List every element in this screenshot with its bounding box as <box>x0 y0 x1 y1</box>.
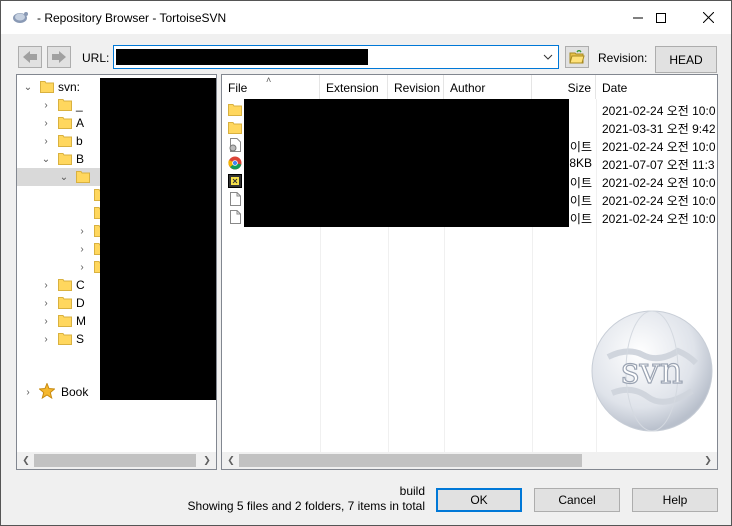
tree-item-label: M <box>76 314 86 328</box>
url-value-redacted <box>116 49 368 65</box>
folder-icon <box>58 153 72 165</box>
url-dropdown-button[interactable] <box>539 47 557 67</box>
tree-item-label: svn: <box>58 80 81 94</box>
redacted-region <box>244 99 569 227</box>
scroll-left-icon[interactable]: ❮ <box>20 455 32 466</box>
status-line-2: Showing 5 files and 2 folders, 7 items i… <box>187 499 425 513</box>
chevron-right-icon[interactable]: › <box>76 225 88 237</box>
folder-icon <box>228 104 242 116</box>
tree-item-label: Book <box>61 385 89 399</box>
tree-item-label: C <box>76 278 85 292</box>
svn-globe-watermark: svn <box>591 310 713 432</box>
watermark-text: svn <box>621 351 683 392</box>
file-icon <box>230 192 241 206</box>
column-header-file[interactable]: File <box>222 75 320 99</box>
forward-arrow-icon <box>52 51 66 63</box>
chevron-right-icon[interactable]: › <box>40 315 52 327</box>
tree-item-label: A <box>76 116 85 130</box>
chevron-down-icon[interactable]: ⌄ <box>22 81 34 93</box>
chevron-right-icon[interactable]: › <box>22 386 34 398</box>
column-header-extension[interactable]: Extension <box>320 75 388 99</box>
folder-icon <box>58 315 72 327</box>
folder-icon <box>40 81 54 93</box>
chevron-down-icon <box>543 54 553 60</box>
date-cell: 2021-03-31 오전 9:42 <box>602 122 716 136</box>
chevron-down-icon[interactable]: ⌄ <box>58 171 70 183</box>
folder-icon <box>76 171 90 183</box>
tortoisesvn-app-icon <box>13 12 28 23</box>
settings-file-icon <box>229 138 241 152</box>
column-header-revision[interactable]: Revision <box>388 75 444 99</box>
chevron-down-icon[interactable]: ⌄ <box>40 153 52 165</box>
chevron-right-icon[interactable]: › <box>40 279 52 291</box>
browse-folder-button[interactable] <box>565 46 589 68</box>
folder-icon <box>58 117 72 129</box>
folder-icon <box>58 279 72 291</box>
close-button[interactable] <box>685 1 731 34</box>
revision-head-button[interactable]: HEAD <box>655 46 717 73</box>
chevron-right-icon[interactable]: › <box>76 243 88 255</box>
status-text: build Showing 5 files and 2 folders, 7 i… <box>188 484 425 514</box>
maximize-icon <box>656 12 666 23</box>
back-arrow-icon <box>23 51 37 63</box>
date-cell: 2021-02-24 오전 10:0 <box>602 212 716 226</box>
date-cell: 2021-02-24 오전 10:0 <box>602 194 716 208</box>
maximize-button[interactable] <box>638 1 684 34</box>
folder-icon <box>228 122 242 134</box>
tree-horizontal-scrollbar[interactable]: ❮ ❯ <box>17 452 216 469</box>
column-header-author[interactable]: Author <box>444 75 532 99</box>
chevron-right-icon[interactable]: › <box>40 117 52 129</box>
redacted-region <box>100 78 216 400</box>
list-horizontal-scrollbar[interactable]: ❮ ❯ <box>222 452 717 469</box>
folder-icon <box>58 135 72 147</box>
window-title: - Repository Browser - TortoiseSVN <box>37 11 227 25</box>
chevron-right-icon[interactable]: › <box>40 297 52 309</box>
tree-item-label: S <box>76 332 85 346</box>
repository-tree[interactable]: ⌄svn:ej›_›A›b⌄B⌄››››C›D›M›S › Book ❮ ❯ <box>16 74 217 470</box>
forward-button[interactable] <box>47 46 71 68</box>
date-cell: 2021-02-24 오전 10:0 <box>602 176 716 190</box>
tree-item-label: B <box>76 152 85 166</box>
script-file-icon <box>228 174 242 188</box>
chevron-right-icon[interactable]: › <box>40 135 52 147</box>
back-button[interactable] <box>18 46 42 68</box>
date-cell: 2021-07-07 오전 11:3 <box>602 158 715 172</box>
date-cell: 2021-02-24 오전 10:0 <box>602 104 716 118</box>
tree-item-label: b <box>76 134 83 148</box>
title-bar: - Repository Browser - TortoiseSVN <box>1 1 731 34</box>
folder-icon <box>58 99 72 111</box>
scroll-thumb[interactable] <box>239 454 582 467</box>
chevron-right-icon[interactable]: › <box>40 99 52 111</box>
list-header: ˄ File Extension Revision Author Size Da… <box>222 75 717 99</box>
scroll-right-icon[interactable]: ❯ <box>702 455 714 466</box>
cancel-button[interactable]: Cancel <box>534 488 620 512</box>
date-cell: 2021-02-24 오전 10:0 <box>602 140 716 154</box>
folder-icon <box>58 333 72 345</box>
repository-browser-window: - Repository Browser - TortoiseSVN URL: … <box>0 0 732 526</box>
scroll-left-icon[interactable]: ❮ <box>225 455 237 466</box>
url-combobox[interactable] <box>113 45 559 69</box>
status-line-1: build <box>399 484 425 498</box>
folder-icon <box>58 297 72 309</box>
ok-button[interactable]: OK <box>436 488 522 512</box>
help-button[interactable]: Help <box>632 488 718 512</box>
bookmark-star-icon <box>39 383 55 399</box>
chrome-file-icon <box>228 156 242 170</box>
column-header-date[interactable]: Date <box>596 75 717 99</box>
file-icon <box>230 210 241 224</box>
close-icon <box>702 12 714 23</box>
open-folder-icon <box>569 50 585 64</box>
tree-item-label: D <box>76 296 85 310</box>
url-label: URL: <box>82 51 110 65</box>
scroll-thumb[interactable] <box>34 454 196 467</box>
file-list[interactable]: ˄ File Extension Revision Author Size Da… <box>221 74 718 470</box>
revision-label: Revision: <box>598 51 648 65</box>
column-header-size[interactable]: Size <box>532 75 596 99</box>
tree-item-label: _ <box>76 98 83 112</box>
scroll-right-icon[interactable]: ❯ <box>201 455 213 466</box>
chevron-right-icon[interactable]: › <box>76 261 88 273</box>
chevron-right-icon[interactable]: › <box>40 333 52 345</box>
